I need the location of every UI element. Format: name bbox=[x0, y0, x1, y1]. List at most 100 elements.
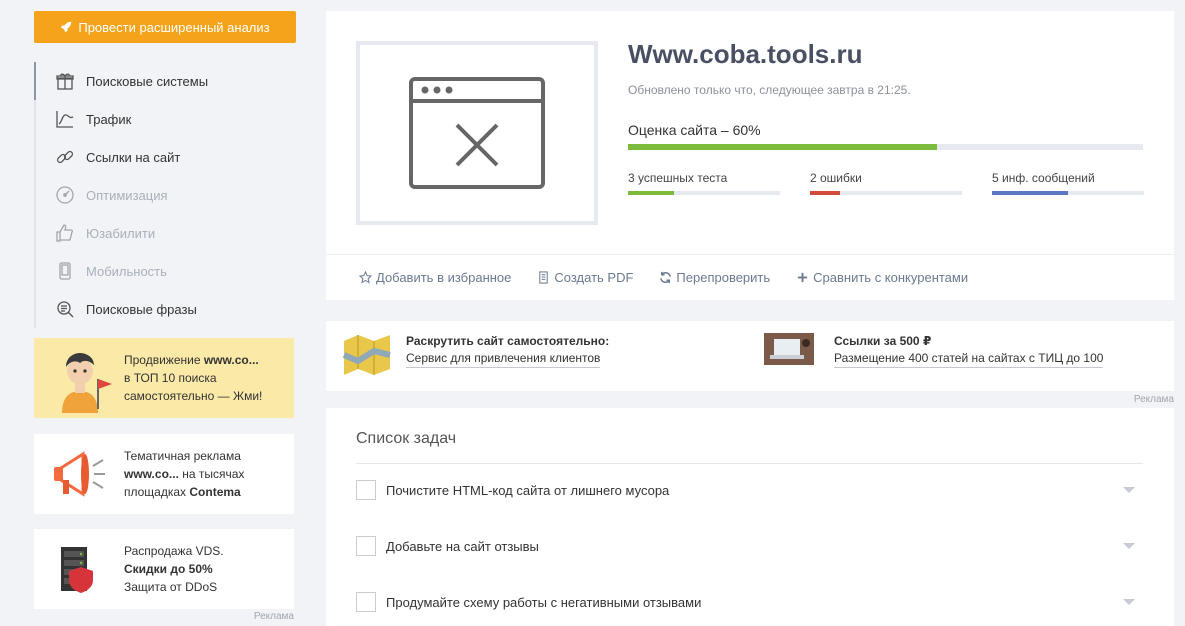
ad-contema-line3: площадках bbox=[124, 485, 187, 499]
ad-vds-line3: Защита от DDoS bbox=[124, 580, 218, 594]
sidebar-item-links[interactable]: Ссылки на сайт bbox=[34, 138, 296, 176]
add-to-favorites-button[interactable]: Добавить в избранное bbox=[359, 270, 511, 285]
create-pdf-button[interactable]: Создать PDF bbox=[537, 270, 633, 285]
stat-fill bbox=[628, 191, 674, 195]
sidebar-item-traffic[interactable]: Трафик bbox=[34, 100, 296, 138]
task-list-title: Список задач bbox=[356, 430, 457, 447]
stat-bar bbox=[992, 191, 1144, 195]
advanced-analysis-label: Провести расширенный анализ bbox=[78, 19, 270, 35]
ad-contema-brand: Contema bbox=[189, 485, 241, 499]
sidebar-item-label: Трафик bbox=[86, 111, 132, 127]
ad-links-500[interactable]: Ссылки за 500 ₽ Размещение 400 статей на… bbox=[764, 333, 1104, 368]
site-actions-bar: Добавить в избранное Создать PDF Перепро… bbox=[326, 254, 1174, 300]
stat-info-messages: 5 инф. сообщений bbox=[992, 171, 1144, 195]
ad-promotion-site: www.co... bbox=[203, 353, 259, 367]
refresh-icon bbox=[660, 271, 672, 284]
ad-links-500-title: Ссылки за 500 ₽ bbox=[834, 334, 932, 348]
sidebar-item-search-phrases[interactable]: Поисковые фразы bbox=[34, 290, 296, 328]
task-checkbox[interactable] bbox=[356, 536, 376, 556]
stat-passed-tests: 3 успешных теста bbox=[628, 171, 780, 195]
mobile-icon bbox=[54, 260, 76, 282]
stat-label: 5 инф. сообщений bbox=[992, 171, 1095, 185]
recheck-label: Перепроверить bbox=[676, 270, 771, 285]
compare-competitors-button[interactable]: Сравнить с конкурентами bbox=[796, 270, 968, 285]
task-list-card: Список задач Почистите HTML-код сайта от… bbox=[326, 408, 1174, 626]
sidebar-item-label: Юзабилити bbox=[86, 225, 156, 241]
ad-self-promotion-title: Раскрутить сайт самостоятельно: bbox=[406, 334, 610, 348]
task-label: Почистите HTML-код сайта от лишнего мусо… bbox=[386, 482, 670, 498]
task-checkbox[interactable] bbox=[356, 480, 376, 500]
update-status: Обновлено только что, следующее завтра в… bbox=[628, 83, 911, 97]
star-icon bbox=[359, 271, 372, 284]
ad-promotion-line3: самостоятельно — Жми! bbox=[124, 389, 263, 403]
site-thumbnail bbox=[356, 41, 598, 225]
stat-bar bbox=[810, 191, 962, 195]
site-overview-card: Www.coba.tools.ru Обновлено только что, … bbox=[326, 11, 1174, 300]
ad-contema-line1: Тематичная реклама bbox=[124, 449, 241, 463]
sidebar-item-label: Поисковые фразы bbox=[86, 301, 197, 317]
ad-contema-line2: на тысячах bbox=[182, 467, 245, 481]
ad-links-500-link[interactable]: Размещение 400 статей на сайтах с ТИЦ до… bbox=[834, 349, 1104, 368]
sidebar-item-search-engines[interactable]: Поисковые системы bbox=[34, 62, 296, 100]
ad-vds-line2: Скидки до 50% bbox=[124, 562, 213, 576]
ad-promotion-line1: Продвижение bbox=[124, 353, 201, 367]
sidebar-item-label: Ссылки на сайт bbox=[86, 149, 181, 165]
broken-window-icon bbox=[409, 77, 545, 189]
stat-fill bbox=[810, 191, 841, 195]
link-icon bbox=[54, 146, 76, 168]
ad-promotion[interactable]: Продвижение www.co... в ТОП 10 поиска са… bbox=[34, 338, 294, 418]
task-list-divider bbox=[356, 463, 1143, 464]
ad-vds-line1: Распродажа VDS. bbox=[124, 544, 224, 558]
ad-contema-text: Тематичная реклама www.co... на тысячах … bbox=[124, 447, 244, 501]
document-icon bbox=[539, 271, 549, 284]
site-score-bar bbox=[628, 144, 1143, 150]
stat-bar bbox=[628, 191, 780, 195]
plus-icon bbox=[798, 272, 808, 283]
stat-label: 2 ошибки bbox=[810, 171, 862, 185]
sidebar-item-optimization[interactable]: Оптимизация bbox=[34, 176, 296, 214]
stat-errors: 2 ошибки bbox=[810, 171, 962, 195]
sidebar-item-usability[interactable]: Юзабилити bbox=[34, 214, 296, 252]
ad-contema[interactable]: Тематичная реклама www.co... на тысячах … bbox=[34, 434, 294, 514]
ad-vds[interactable]: Распродажа VDS. Скидки до 50% Защита от … bbox=[34, 529, 294, 609]
chart-icon bbox=[54, 108, 76, 130]
stat-label: 3 успешных теста bbox=[628, 171, 728, 185]
search-list-icon bbox=[54, 298, 76, 320]
rocket-icon bbox=[61, 21, 72, 33]
server-shield-icon bbox=[34, 534, 124, 604]
add-to-favorites-label: Добавить в избранное bbox=[376, 270, 512, 285]
sidebar-item-label: Поисковые системы bbox=[86, 73, 209, 89]
task-checkbox[interactable] bbox=[356, 592, 376, 612]
sidebar-item-mobility[interactable]: Мобильность bbox=[34, 252, 296, 290]
megaphone-icon bbox=[34, 439, 124, 509]
task-label: Добавьте на сайт отзывы bbox=[386, 538, 539, 554]
stat-fill bbox=[992, 191, 1068, 195]
chevron-down-icon[interactable] bbox=[1123, 599, 1135, 605]
compare-competitors-label: Сравнить с конкурентами bbox=[813, 270, 969, 285]
task-label: Продумайте схему работы с негативными от… bbox=[386, 594, 702, 610]
ad-promotion-text: Продвижение www.co... в ТОП 10 поиска са… bbox=[124, 351, 262, 405]
sidebar-item-label: Мобильность bbox=[86, 263, 167, 279]
site-score-fill bbox=[628, 144, 937, 150]
person-flag-illustration bbox=[34, 343, 124, 413]
advanced-analysis-button[interactable]: Провести расширенный анализ bbox=[34, 11, 296, 43]
chevron-down-icon[interactable] bbox=[1123, 543, 1135, 549]
map-icon bbox=[342, 335, 391, 375]
laptop-photo-icon bbox=[764, 333, 814, 365]
recheck-button[interactable]: Перепроверить bbox=[659, 270, 770, 285]
task-item: Почистите HTML-код сайта от лишнего мусо… bbox=[356, 478, 1143, 502]
site-title: Www.coba.tools.ru bbox=[628, 39, 863, 69]
site-score-label: Оценка сайта – 60% bbox=[628, 122, 761, 138]
ad-promotion-line2: в ТОП 10 поиска bbox=[124, 371, 217, 385]
create-pdf-label: Создать PDF bbox=[554, 270, 634, 285]
ad-self-promotion-link[interactable]: Сервис для привлечения клиентов bbox=[406, 349, 601, 368]
promo-ads-row: Раскрутить сайт самостоятельно: Сервис д… bbox=[326, 321, 1174, 391]
sidebar-nav: Поисковые системы Трафик Ссылки на сайт … bbox=[34, 62, 296, 328]
task-item: Продумайте схему работы с негативными от… bbox=[356, 590, 1143, 614]
ad-self-promotion[interactable]: Раскрутить сайт самостоятельно: Сервис д… bbox=[342, 333, 609, 377]
gift-icon bbox=[54, 70, 76, 92]
thumbs-up-icon bbox=[54, 222, 76, 244]
task-item: Добавьте на сайт отзывы bbox=[356, 534, 1143, 558]
chevron-down-icon[interactable] bbox=[1123, 487, 1135, 493]
promo-ads-label: Реклама bbox=[1133, 394, 1174, 405]
